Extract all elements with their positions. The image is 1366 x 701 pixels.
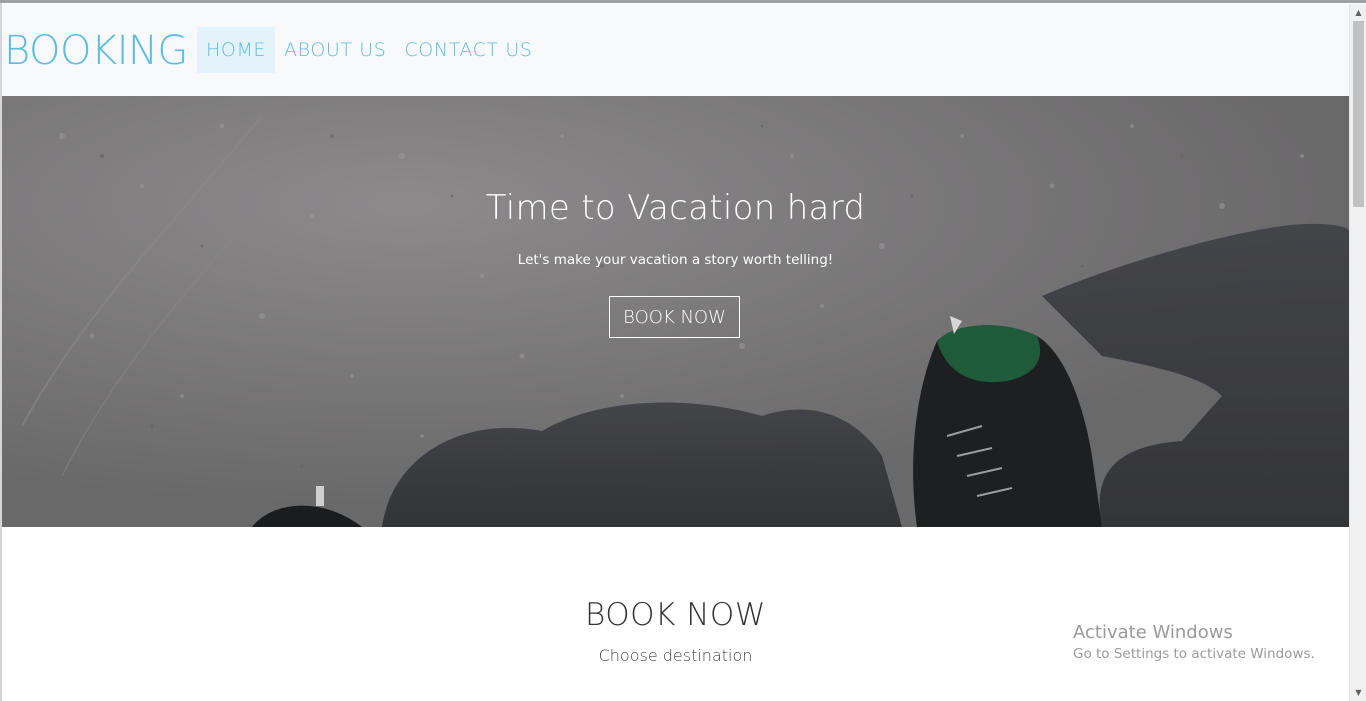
scrollbar-thumb[interactable] <box>1353 21 1364 207</box>
nav-link-about-us[interactable]: ABOUT US <box>275 27 395 73</box>
main-nav: HOME ABOUT US CONTACT US <box>197 27 542 73</box>
browser-viewport: BOOKING HOME ABOUT US CONTACT US Time to… <box>0 0 1366 701</box>
scroll-down-arrow-icon[interactable]: ▼ <box>1350 684 1366 701</box>
brand-logo[interactable]: BOOKING <box>4 28 188 74</box>
vertical-scrollbar[interactable]: ▲ ▼ <box>1349 4 1366 701</box>
scroll-up-arrow-icon[interactable]: ▲ <box>1350 4 1366 21</box>
nav-link-contact-us[interactable]: CONTACT US <box>395 27 541 73</box>
window-top-edge <box>0 0 1366 3</box>
hero-banner: Time to Vacation hard Let's make your va… <box>2 96 1349 527</box>
book-now-button[interactable]: BOOK NOW <box>609 296 740 338</box>
watermark-title: Activate Windows <box>1073 622 1233 643</box>
watermark-subtitle: Go to Settings to activate Windows. <box>1073 646 1315 662</box>
hero-title: Time to Vacation hard <box>485 188 866 228</box>
nav-link-home[interactable]: HOME <box>197 27 276 73</box>
activate-windows-watermark: Activate Windows Go to Settings to activ… <box>1073 622 1315 664</box>
navbar: BOOKING HOME ABOUT US CONTACT US <box>2 4 1349 96</box>
hero-subtitle: Let's make your vacation a story worth t… <box>517 252 834 268</box>
